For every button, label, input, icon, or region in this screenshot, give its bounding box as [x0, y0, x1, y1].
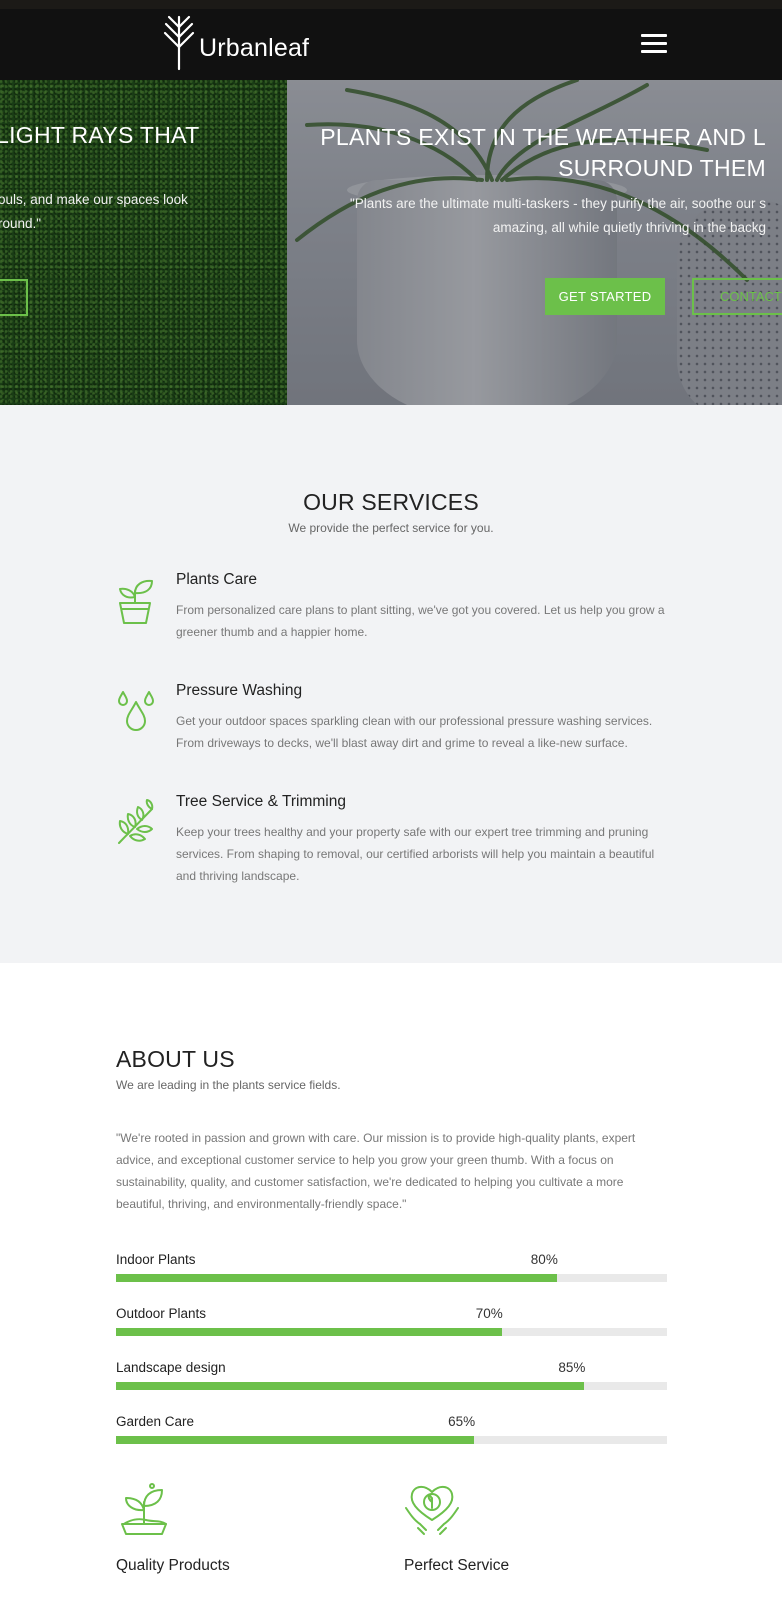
- feature-quality-products: Quality Products: [116, 1480, 230, 1574]
- hero-title: PLANTS EXIST IN THE WEATHER AND L SURROU…: [296, 122, 766, 184]
- feature-perfect-service: Perfect Service: [404, 1480, 509, 1574]
- get-started-button[interactable]: GET STARTED: [545, 278, 665, 315]
- brand-logo-link[interactable]: Urbanleaf: [163, 13, 309, 76]
- service-item: Pressure Washing Get your outdoor spaces…: [116, 682, 676, 762]
- skill-track: [116, 1328, 667, 1336]
- service-description: Get your outdoor spaces sparkling clean …: [176, 714, 653, 750]
- hero-title-line-2: SURROUND THEM: [558, 155, 766, 181]
- about-subtitle: We are leading in the plants service fie…: [116, 1078, 341, 1092]
- skill-percent: 80%: [530, 1252, 558, 1267]
- services-subtitle: We provide the perfect service for you.: [288, 521, 494, 535]
- feature-title: Quality Products: [116, 1557, 230, 1574]
- skill-bar: Landscape design 85%: [116, 1360, 667, 1390]
- services-section: OUR SERVICES We provide the perfect serv…: [0, 405, 782, 963]
- skill-track: [116, 1382, 667, 1390]
- hero-slide-previous: LIGHT RAYS THAT ouls, and make our space…: [0, 80, 287, 405]
- skill-percent: 65%: [448, 1414, 476, 1429]
- service-item: Tree Service & Trimming Keep your trees …: [116, 793, 676, 893]
- skill-percent: 70%: [475, 1306, 503, 1321]
- skill-label: Landscape design: [116, 1360, 226, 1375]
- service-item: Plants Care From personalized care plans…: [116, 571, 676, 651]
- feature-title: Perfect Service: [404, 1557, 510, 1574]
- about-title: ABOUT US: [116, 1046, 235, 1072]
- service-description: From personalized care plans to plant si…: [176, 603, 665, 639]
- service-title: Pressure Washing: [176, 682, 303, 699]
- about-description: "We're rooted in passion and grown with …: [116, 1131, 636, 1211]
- hero-quote-line-1: "Plants are the ultimate multi-taskers -…: [350, 196, 766, 211]
- water-drops-icon: [116, 688, 156, 736]
- skill-track: [116, 1274, 667, 1282]
- hero-quote: "Plants are the ultimate multi-taskers -…: [350, 192, 766, 240]
- contact-us-button[interactable]: CONTACT US: [692, 278, 782, 315]
- skill-label: Indoor Plants: [116, 1252, 196, 1267]
- hamburger-menu-icon[interactable]: [641, 34, 667, 54]
- services-title: OUR SERVICES: [303, 489, 479, 515]
- brand-name: Urbanleaf: [199, 34, 310, 62]
- skill-fill: [116, 1436, 475, 1444]
- slide-title: LIGHT RAYS THAT: [0, 122, 200, 148]
- slide-text-line-2: round.": [0, 216, 42, 231]
- site-header: Urbanleaf: [0, 0, 782, 80]
- skill-bar: Garden Care 65%: [116, 1414, 667, 1444]
- potted-plant-icon: [116, 577, 156, 625]
- hero-quote-line-2: amazing, all while quietly thriving in t…: [492, 220, 766, 235]
- leaf-branch-icon: [116, 799, 156, 847]
- skill-fill: [116, 1274, 557, 1282]
- heart-leaf-hands-icon: [404, 1486, 460, 1540]
- service-title: Plants Care: [176, 571, 257, 588]
- skill-bar: Outdoor Plants 70%: [116, 1306, 667, 1336]
- skill-label: Outdoor Plants: [116, 1306, 207, 1321]
- skill-track: [116, 1436, 667, 1444]
- hero-slider[interactable]: LIGHT RAYS THAT ouls, and make our space…: [0, 80, 782, 405]
- skill-label: Garden Care: [116, 1414, 195, 1429]
- skill-fill: [116, 1382, 585, 1390]
- hero-title-line-1: PLANTS EXIST IN THE WEATHER AND L: [320, 124, 766, 150]
- skill-percent: 85%: [558, 1360, 586, 1375]
- service-title: Tree Service & Trimming: [176, 793, 346, 810]
- slide-outline-button[interactable]: [0, 279, 28, 316]
- service-description: Keep your trees healthy and your propert…: [176, 825, 655, 883]
- skill-bar: Indoor Plants 80%: [116, 1252, 667, 1282]
- sprout-in-hand-icon: [116, 1483, 172, 1540]
- slide-text-line-1: ouls, and make our spaces look: [0, 192, 188, 207]
- tree-branch-icon: [163, 13, 195, 76]
- skill-fill: [116, 1328, 502, 1336]
